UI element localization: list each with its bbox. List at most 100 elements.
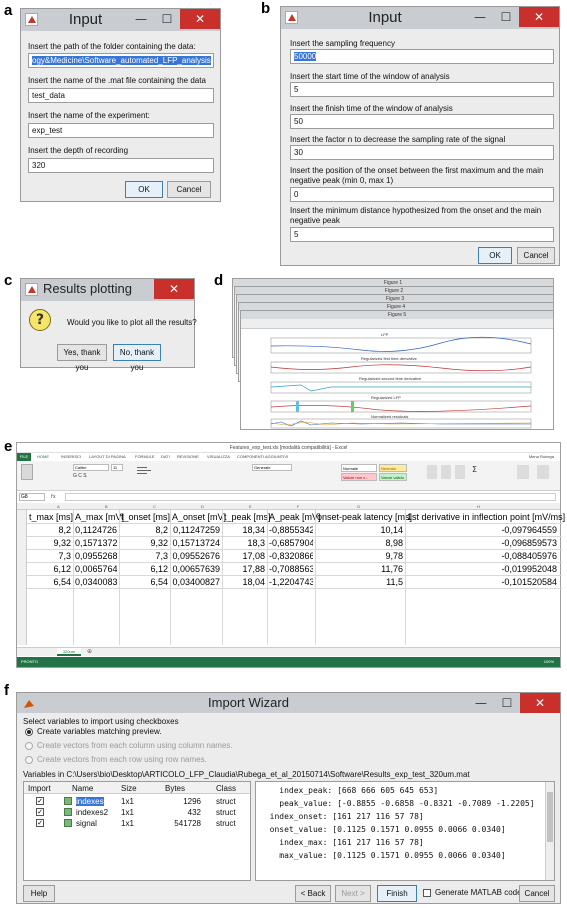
tab-view[interactable]: VISUALIZZA: [207, 453, 230, 461]
sheet-tab[interactable]: 320um: [57, 648, 81, 656]
table-row[interactable]: ✓ indexes 1x1 1296 struct: [24, 796, 250, 807]
variable-name[interactable]: indexes: [76, 797, 104, 806]
experiment-name-input[interactable]: exp_test: [28, 123, 214, 138]
figure-window-5[interactable]: Figure 5 LFP Regularized first time deri…: [240, 310, 554, 430]
insert-cells-icon[interactable]: [427, 465, 437, 479]
col-bytes[interactable]: Bytes: [165, 784, 185, 793]
preview-pane[interactable]: index_peak: [668 666 605 645 653] peak_v…: [255, 781, 555, 881]
col-letter[interactable]: A: [57, 503, 60, 510]
col-letter[interactable]: H: [477, 503, 480, 510]
style-good[interactable]: Valore valido: [379, 473, 407, 481]
number-format-select[interactable]: Generale: [252, 464, 292, 471]
help-button[interactable]: Help: [23, 885, 55, 902]
next-button[interactable]: Next >: [335, 885, 371, 902]
zoom-level[interactable]: 100%: [544, 657, 554, 667]
autosum-icon[interactable]: Σ: [472, 465, 502, 479]
tab-data[interactable]: DATI: [161, 453, 170, 461]
ok-button[interactable]: OK: [125, 181, 163, 198]
table-cell[interactable]: 9,32: [29, 538, 71, 548]
minimize-button[interactable]: —: [468, 693, 494, 713]
import-checkbox[interactable]: ✓: [36, 797, 44, 805]
decimation-factor-input[interactable]: 30: [290, 145, 554, 160]
font-name-select[interactable]: Calibri: [73, 464, 109, 471]
col-letter[interactable]: G: [357, 503, 360, 510]
table-cell[interactable]: 7,3: [29, 551, 71, 561]
table-cell[interactable]: -0,101520584: [407, 577, 557, 587]
tab-addins[interactable]: COMPONENTI AGGIUNTIVI: [237, 453, 288, 461]
table-cell[interactable]: 0,09552676: [172, 551, 220, 561]
tab-review[interactable]: REVISIONE: [177, 453, 199, 461]
table-cell[interactable]: 6,54: [121, 577, 168, 587]
header-cell[interactable]: t_peak [ms]: [224, 512, 271, 522]
sampling-frequency-input[interactable]: 50000: [290, 49, 554, 64]
tab-formulas[interactable]: FORMULE: [135, 453, 155, 461]
header-cell[interactable]: A_peak [mV]: [269, 512, 321, 522]
table-cell[interactable]: 6,12: [29, 564, 71, 574]
minimize-button[interactable]: —: [467, 7, 493, 27]
radio-create-variables[interactable]: [25, 728, 33, 736]
tab-insert[interactable]: INSERISCI: [61, 453, 81, 461]
table-cell[interactable]: 11,5: [317, 577, 403, 587]
import-checkbox[interactable]: ✓: [36, 819, 44, 827]
header-cell[interactable]: 1st derivative in inflection point [mV/m…: [407, 512, 565, 522]
col-class[interactable]: Class: [216, 784, 236, 793]
fx-icon[interactable]: fx: [51, 493, 63, 501]
table-cell[interactable]: 8,2: [121, 525, 168, 535]
user-name[interactable]: Mena Rubega: [529, 453, 554, 461]
finish-button[interactable]: Finish: [377, 885, 417, 902]
delete-cells-icon[interactable]: [441, 465, 451, 479]
folder-path-input[interactable]: ogy&Medicine\Software_automated_LFP_anal…: [28, 53, 214, 68]
table-cell[interactable]: -0,097964559: [407, 525, 557, 535]
table-cell[interactable]: -0,6857904: [269, 538, 313, 548]
minimize-button[interactable]: —: [128, 9, 154, 29]
onset-position-input[interactable]: 0: [290, 187, 554, 202]
table-row[interactable]: ✓ signal 1x1 541728 struct: [24, 818, 250, 829]
style-normal[interactable]: Normale: [341, 464, 377, 472]
table-cell[interactable]: 18,3: [224, 538, 265, 548]
table-cell[interactable]: 11,76: [317, 564, 403, 574]
table-cell[interactable]: 0,11247259: [172, 525, 220, 535]
table-cell[interactable]: -0,8320866: [269, 551, 313, 561]
table-cell[interactable]: 6,54: [29, 577, 71, 587]
col-letter[interactable]: E: [249, 503, 252, 510]
table-cell[interactable]: 8,2: [29, 525, 71, 535]
finish-time-input[interactable]: 50: [290, 114, 554, 129]
maximize-button[interactable]: ☐: [493, 7, 519, 27]
spreadsheet-grid[interactable]: t_max [ms] A_max [mV] t_onset [ms] A_ons…: [17, 510, 565, 645]
table-cell[interactable]: 18,34: [224, 525, 265, 535]
table-cell[interactable]: 17,88: [224, 564, 265, 574]
variable-name[interactable]: signal: [76, 819, 97, 828]
back-button[interactable]: < Back: [295, 885, 331, 902]
close-button[interactable]: ✕: [519, 7, 559, 27]
close-button[interactable]: ✕: [154, 279, 194, 299]
header-cell[interactable]: onset-peak latency [ms]: [317, 512, 412, 522]
col-letter[interactable]: F: [297, 503, 299, 510]
table-cell[interactable]: -0,8855342: [269, 525, 313, 535]
font-size-select[interactable]: 11: [111, 464, 123, 471]
tab-page-layout[interactable]: LAYOUT DI PAGINA: [89, 453, 126, 461]
table-cell[interactable]: -0,019952048: [407, 564, 557, 574]
radio-vectors-columns[interactable]: [25, 742, 33, 750]
mat-file-input[interactable]: test_data: [28, 88, 214, 103]
name-box[interactable]: G8: [19, 493, 45, 501]
table-cell[interactable]: 0,1124726: [75, 525, 117, 535]
maximize-button[interactable]: ☐: [494, 693, 520, 713]
paste-icon[interactable]: [21, 464, 33, 480]
table-cell[interactable]: 0,0065764: [75, 564, 117, 574]
cancel-button[interactable]: Cancel: [519, 885, 555, 902]
table-cell[interactable]: 18,04: [224, 577, 265, 587]
header-cell[interactable]: A_max [mV]: [75, 512, 124, 522]
no-button[interactable]: No, thank you: [113, 344, 161, 372]
figure-toolbar[interactable]: [241, 319, 553, 329]
table-cell[interactable]: 7,3: [121, 551, 168, 561]
table-cell[interactable]: 0,0340083: [75, 577, 117, 587]
generate-code-checkbox[interactable]: [423, 889, 431, 897]
depth-input[interactable]: 320: [28, 158, 214, 173]
table-cell[interactable]: 6,12: [121, 564, 168, 574]
col-letter[interactable]: D: [201, 503, 204, 510]
col-size[interactable]: Size: [121, 784, 137, 793]
header-cell[interactable]: A_onset [mV]: [172, 512, 226, 522]
table-cell[interactable]: -0,096859573: [407, 538, 557, 548]
col-name[interactable]: Name: [72, 784, 93, 793]
maximize-button[interactable]: ☐: [154, 9, 180, 29]
